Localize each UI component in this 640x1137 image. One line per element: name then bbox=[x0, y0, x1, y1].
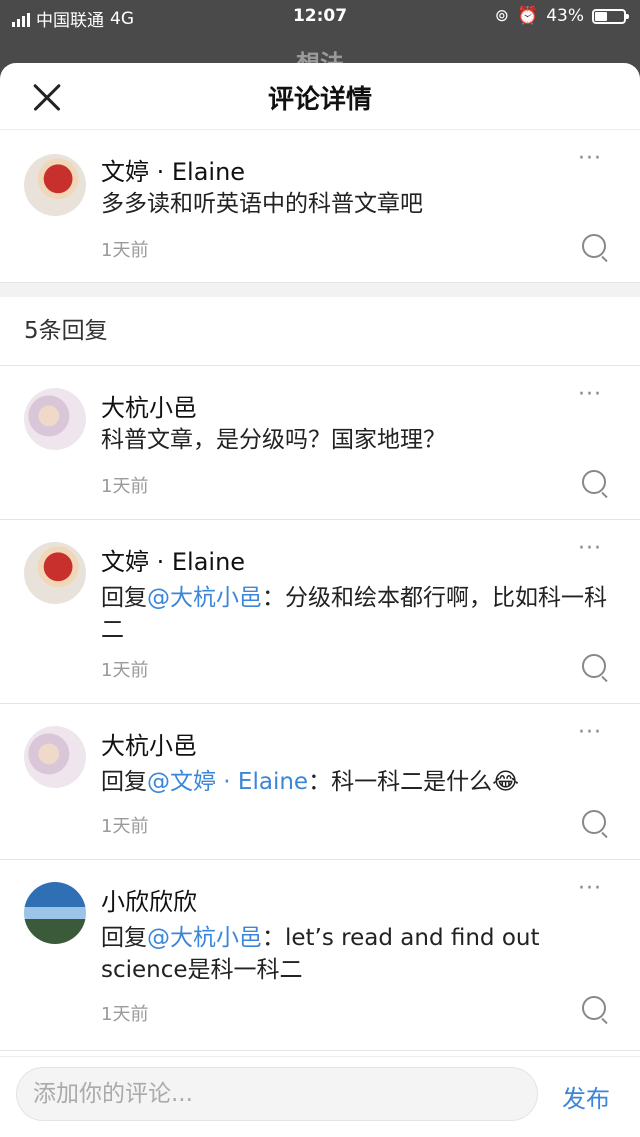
avatar[interactable] bbox=[24, 726, 86, 788]
section-divider bbox=[0, 283, 640, 297]
post-button[interactable]: 发布 bbox=[562, 1079, 610, 1114]
reply-item: 大杭小邑 回复@文婷 · Elaine：科一科二是什么😂 1天前 ··· bbox=[0, 704, 640, 860]
reply-content: 科一科二是什么😂 bbox=[331, 769, 519, 795]
reply-item: 文婷 · Elaine 回复@大杭小邑：分级和绘本都行啊，比如科一科二 1天前 … bbox=[0, 520, 640, 704]
reply-time: 1天前 bbox=[101, 660, 149, 681]
reply-prefix: 回复 bbox=[101, 585, 147, 611]
lock-rotation-icon: ⊚ bbox=[494, 6, 510, 26]
reply-separator: ： bbox=[262, 925, 285, 951]
avatar[interactable] bbox=[24, 542, 86, 604]
reply-icon[interactable] bbox=[582, 996, 606, 1020]
reply-separator: ： bbox=[308, 769, 332, 795]
avatar[interactable] bbox=[24, 388, 86, 450]
mention-link[interactable]: @文婷 · Elaine bbox=[147, 769, 308, 795]
reply-author[interactable]: 大杭小邑 bbox=[101, 726, 197, 761]
reply-prefix: 回复 bbox=[101, 769, 147, 795]
sheet-title: 评论详情 bbox=[267, 85, 372, 115]
reply-icon[interactable] bbox=[582, 654, 606, 678]
avatar[interactable] bbox=[24, 882, 86, 944]
comment-detail-sheet: 评论详情 文婷 · Elaine 多多读和听英语中的科普文章吧 1天前 ··· … bbox=[0, 63, 640, 1137]
comment-author[interactable]: 文婷 · Elaine bbox=[101, 152, 245, 187]
reply-author[interactable]: 小欣欣欣 bbox=[101, 882, 197, 917]
reply-item: 小欣欣欣 回复@大杭小邑：let’s read and find out sci… bbox=[0, 860, 640, 1051]
reply-content: 科普文章，是分级吗？国家地理？ bbox=[101, 427, 446, 453]
reply-item: 大杭小邑 科普文章，是分级吗？国家地理？ 1天前 ··· bbox=[0, 366, 640, 520]
status-bar: 中国联通 4G 12:07 ⊚ ⏰ 43% bbox=[0, 0, 640, 34]
reply-author[interactable]: 文婷 · Elaine bbox=[101, 542, 245, 577]
reply-time: 1天前 bbox=[101, 816, 149, 837]
reply-text: 回复@大杭小邑：let’s read and find out science是… bbox=[101, 922, 610, 986]
reply-time: 1天前 bbox=[101, 1004, 149, 1025]
reply-icon[interactable] bbox=[582, 234, 606, 258]
more-icon[interactable]: ··· bbox=[578, 720, 602, 745]
mention-link[interactable]: @大杭小邑 bbox=[147, 585, 262, 611]
reply-icon[interactable] bbox=[582, 470, 606, 494]
reply-separator: ： bbox=[262, 585, 285, 611]
sheet-header: 评论详情 bbox=[0, 63, 640, 130]
avatar[interactable] bbox=[24, 154, 86, 216]
battery-icon bbox=[592, 8, 629, 24]
more-icon[interactable]: ··· bbox=[578, 536, 602, 561]
replies-count: 5条回复 bbox=[0, 297, 640, 366]
reply-icon[interactable] bbox=[582, 810, 606, 834]
comment-text: 多多读和听英语中的科普文章吧 bbox=[101, 191, 423, 217]
reply-text: 回复@文婷 · Elaine：科一科二是什么😂 bbox=[101, 766, 610, 798]
reply-text: 回复@大杭小邑：分级和绘本都行啊，比如科一科二 bbox=[101, 582, 610, 646]
mention-link[interactable]: @大杭小邑 bbox=[147, 925, 262, 951]
more-icon[interactable]: ··· bbox=[578, 876, 602, 901]
more-icon[interactable]: ··· bbox=[578, 146, 602, 171]
comment-composer: 发布 bbox=[0, 1056, 640, 1137]
reply-author[interactable]: 大杭小邑 bbox=[101, 388, 197, 423]
reply-time: 1天前 bbox=[101, 476, 149, 497]
reply-text: 科普文章，是分级吗？国家地理？ bbox=[101, 424, 610, 456]
more-icon[interactable]: ··· bbox=[578, 382, 602, 407]
battery-percent: 43% bbox=[546, 6, 584, 26]
alarm-icon: ⏰ bbox=[517, 6, 539, 26]
comment-time: 1天前 bbox=[101, 240, 149, 261]
main-comment: 文婷 · Elaine 多多读和听英语中的科普文章吧 1天前 ··· bbox=[0, 130, 640, 283]
reply-prefix: 回复 bbox=[101, 925, 147, 951]
comment-input[interactable] bbox=[16, 1067, 538, 1121]
